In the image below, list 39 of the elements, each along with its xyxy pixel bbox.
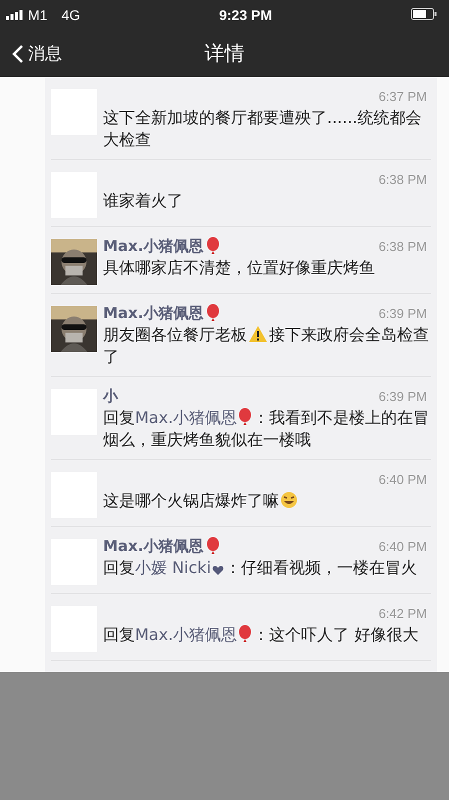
carrier-name: M1 (28, 7, 48, 23)
comment-text: 朋友圈各位餐厅老板 接下来政府会全岛检查了 (103, 324, 430, 368)
warning-icon (248, 325, 268, 343)
user-name: 小 (103, 386, 118, 406)
comment-time: 6:38 PM (378, 172, 428, 186)
clock-time: 9:23 PM (219, 7, 272, 23)
user-name: Max.小猪佩恩 (103, 304, 204, 322)
comment-text: 谁家着火了 (103, 190, 184, 212)
comment-text: 回复Max.小猪佩恩 ：这个吓人了 好像很大 (103, 624, 420, 646)
balloon-icon (206, 237, 220, 255)
signal-icon (6, 10, 24, 20)
heart-icon (212, 564, 224, 576)
laughing-emoji-icon (280, 491, 298, 509)
comment-time: 6:37 PM (378, 88, 428, 104)
comment-time: 6:40 PM (378, 472, 428, 486)
balloon-icon (238, 625, 252, 643)
back-icon[interactable] (12, 44, 24, 64)
back-button[interactable]: 消息 (0, 42, 74, 65)
comment-time: 6:40 PM (378, 538, 428, 554)
page-title: 详情 (204, 40, 244, 67)
comment-time: 6:38 PM (378, 238, 428, 254)
balloon-icon (238, 408, 252, 426)
comment-time: 6:39 PM (378, 306, 428, 320)
comment-time: 6:39 PM (378, 388, 428, 404)
comment-text: 回复小媛 Nicki ：仔细看视频，一楼在冒火 (103, 557, 418, 579)
user-name: Max.小猪佩恩 (103, 236, 204, 256)
comment-time: 6:42 PM (378, 606, 428, 620)
network-type: 4G (61, 7, 80, 23)
user-name: Max.小猪佩恩 (103, 536, 204, 556)
mention-link[interactable]: 小媛 Nicki (135, 558, 212, 577)
balloon-icon (206, 537, 220, 555)
comment-text: 这下全新加坡的餐厅都要遭殃了......统统都会大检查 (103, 107, 423, 151)
balloon-icon (206, 304, 220, 322)
comment-text: 这是哪个火锅店爆炸了嘛 (103, 490, 431, 512)
battery-icon (411, 8, 437, 20)
comment-text: 回复Max.小猪佩恩 ：我看到不是楼上的在冒烟么，重庆烤鱼貌似在一楼哦 (103, 407, 430, 451)
mention-link[interactable]: Max.小猪佩恩 (135, 625, 238, 644)
comment-text: 具体哪家店不清楚，位置好像重庆烤鱼 (103, 257, 376, 279)
mention-link[interactable]: Max.小猪佩恩 (135, 408, 238, 427)
